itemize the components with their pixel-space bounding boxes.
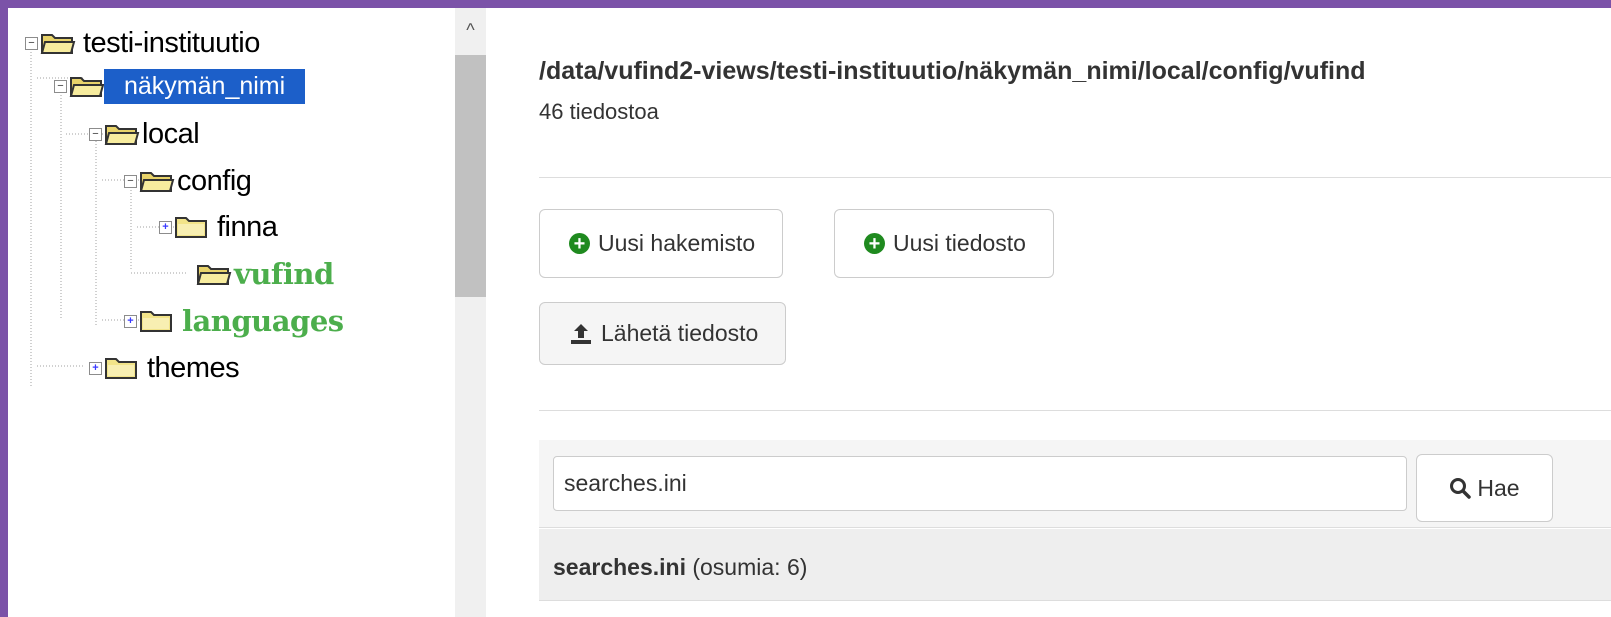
tree-node-label: testi-instituutio [83,26,260,59]
open-folder-icon [69,77,105,97]
tree-node-label: config [177,164,252,197]
tree-node-themes[interactable]: + themes [89,350,240,386]
collapse-icon[interactable]: − [89,127,102,141]
file-count: 46 tiedostoa [539,99,659,124]
open-folder-icon [40,34,76,54]
open-folder-icon [196,265,232,285]
open-folder-icon [104,125,140,145]
new-directory-button[interactable]: + Uusi hakemisto [539,209,784,278]
tree-node-vufind[interactable]: vufind [196,256,334,292]
result-filename: searches.ini [553,554,686,580]
folder-icon [175,217,207,238]
tree-node-finna[interactable]: + finna [159,209,278,245]
collapse-icon[interactable]: − [25,36,38,50]
folder-icon [140,311,172,332]
result-hits: (osumia: 6) [692,554,808,580]
search-button-label: Hae [1477,474,1520,501]
divider [539,177,1611,178]
tree-node-label: vufind [234,257,334,291]
new-file-label: Uusi tiedosto [893,230,1026,256]
tree-node-languages[interactable]: + languages [124,303,344,339]
tree-node-label: finna [217,210,278,243]
folder-tree: − testi-instituutio − näkymän_nimi − loc… [8,8,455,617]
collapse-icon[interactable]: − [54,79,67,93]
scroll-up-icon[interactable]: ^ [455,21,486,39]
new-directory-label: Uusi hakemisto [598,230,756,256]
tree-node-label: local [142,117,200,150]
tree-node-view[interactable]: − näkymän_nimi [54,68,306,104]
tree-node-label: languages [182,304,344,338]
expand-icon[interactable]: + [89,361,102,375]
open-folder-icon [139,172,175,192]
scrollbar-thumb[interactable] [455,55,486,297]
upload-file-button[interactable]: Lähetä tiedosto [539,302,787,365]
expand-icon[interactable]: + [159,220,172,234]
upload-icon [571,323,591,344]
search-icon [1450,478,1472,499]
folder-icon [105,358,137,379]
search-result-summary: searches.ini (osumia: 6) [553,554,807,581]
tree-node-config[interactable]: − config [124,163,252,199]
expand-icon[interactable]: + [124,314,137,328]
plus-circle-icon: + [569,233,590,254]
collapse-icon[interactable]: − [124,174,137,188]
tree-node-local[interactable]: − local [89,116,200,152]
plus-circle-icon: + [864,233,885,254]
divider [539,410,1611,411]
tree-node-label-selected: näkymän_nimi [104,68,306,104]
search-button[interactable]: Hae [1416,454,1553,522]
tree-scrollbar[interactable]: ^ [455,8,486,617]
file-browser-panel: /data/vufind2-views/testi-instituutio/nä… [486,8,1611,617]
new-file-button[interactable]: + Uusi tiedosto [834,209,1054,278]
current-path: /data/vufind2-views/testi-instituutio/nä… [539,57,1366,85]
tree-node-label: themes [147,351,240,384]
search-result-header[interactable]: searches.ini (osumia: 6) [539,529,1611,601]
upload-file-label: Lähetä tiedosto [601,320,759,346]
tree-node-testi-instituutio[interactable]: − testi-instituutio [25,25,260,61]
search-bar: Hae [539,440,1611,528]
search-input[interactable] [553,456,1407,511]
